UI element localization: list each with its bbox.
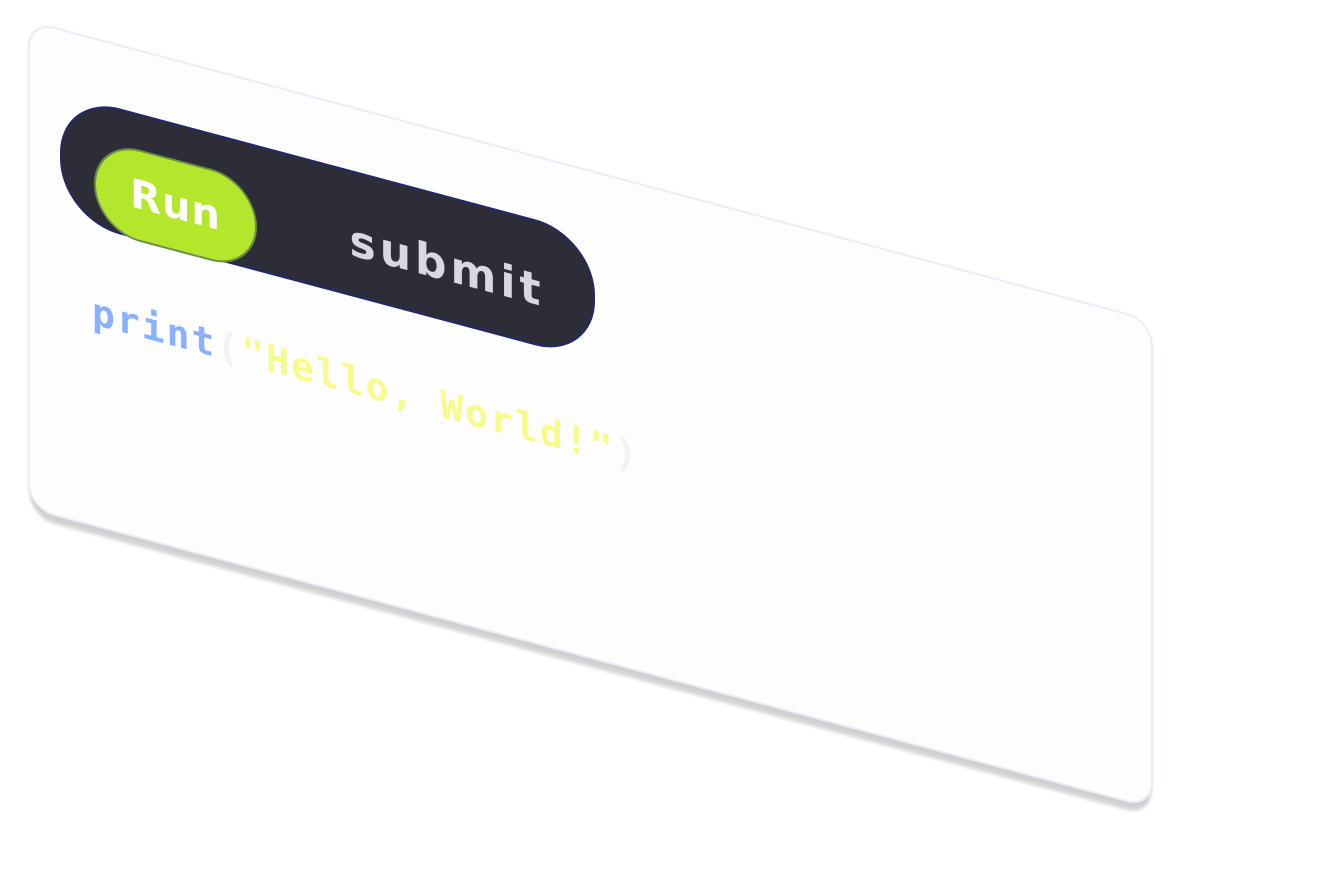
code-close-paren-token: ) [614, 428, 640, 480]
submit-button[interactable]: submit [322, 186, 572, 345]
code-open-paren-token: ( [216, 322, 242, 373]
code-function-token: print [92, 289, 217, 367]
stage: Run submit print("Hello, World!") [0, 0, 1341, 887]
code-string-token: "Hello, World!" [241, 328, 615, 473]
run-button[interactable]: Run [94, 137, 257, 274]
code-editor-panel: Run submit print("Hello, World!") [28, 20, 1153, 810]
